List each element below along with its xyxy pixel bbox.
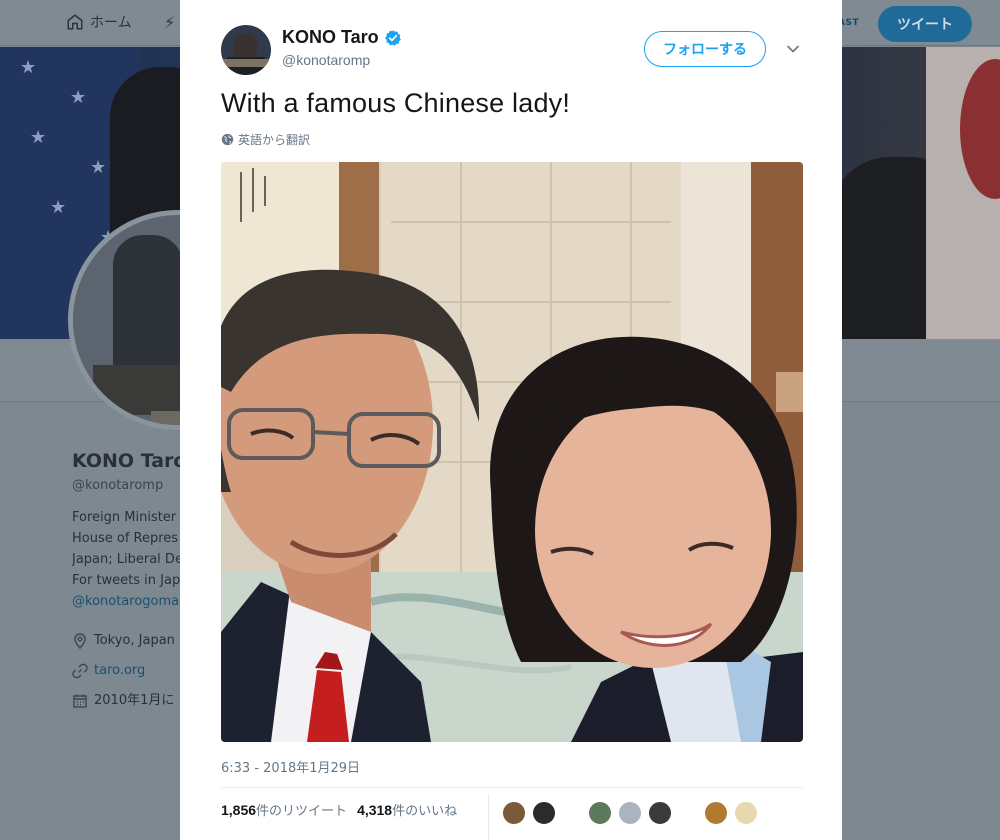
liker-avatar[interactable] — [588, 801, 612, 825]
liker-avatar[interactable] — [502, 801, 526, 825]
liker-avatar[interactable] — [648, 801, 672, 825]
chevron-down-icon[interactable] — [784, 40, 802, 58]
bio-line: Japan; Liberal De — [72, 552, 180, 567]
retweet-stat[interactable]: 1,856件のリツイート — [221, 800, 347, 819]
selfie-photo-image — [221, 162, 803, 742]
website-link[interactable]: taro.org — [94, 656, 145, 686]
follow-button[interactable]: フォローする — [644, 31, 766, 67]
profile-location: Tokyo, Japan — [72, 626, 180, 656]
translate-label: 英語から翻訳 — [238, 133, 311, 147]
tweet-text: With a famous Chinese lady! — [221, 88, 571, 118]
calendar-icon — [73, 694, 87, 708]
nav-home-label: ホーム — [90, 15, 132, 31]
bio-line: Foreign Minister — [72, 510, 177, 525]
location-text: Tokyo, Japan — [94, 633, 175, 648]
compose-tweet-button[interactable]: ツイート — [878, 6, 972, 42]
author-handle[interactable]: @konotaromp — [282, 52, 370, 68]
profile-bio: Foreign Minister House of Repres Japan; … — [72, 507, 180, 612]
divider — [221, 787, 803, 788]
like-stat[interactable]: 4,318件のいいね — [357, 800, 457, 819]
author-name-row[interactable]: KONO Taro — [282, 27, 402, 48]
tweet-timestamp[interactable]: 6:33 - 2018年1月29日 — [221, 757, 360, 776]
profile-meta: Tokyo, Japan taro.org 2010年1月に — [72, 626, 180, 716]
nav-home[interactable]: ホーム — [66, 12, 132, 32]
profile-joined: 2010年1月に — [72, 686, 180, 716]
retweet-label: 件のリツイート — [256, 804, 348, 819]
bio-line: House of Repres — [72, 531, 179, 546]
joined-text: 2010年1月に — [94, 693, 175, 708]
location-pin-icon — [74, 633, 86, 649]
tweet-stats: 1,856件のリツイート 4,318件のいいね — [221, 800, 467, 819]
globe-icon — [221, 133, 234, 146]
like-label: 件のいいね — [392, 804, 458, 819]
bio-link[interactable]: @konotarogoma — [72, 591, 180, 612]
liker-avatar[interactable] — [734, 801, 758, 825]
verified-badge-icon — [384, 29, 401, 46]
profile-name[interactable]: KONO Taro — [72, 450, 180, 472]
translate-link[interactable]: 英語から翻訳 — [221, 131, 310, 148]
bio-line: For tweets in Jap — [72, 573, 180, 588]
home-icon — [67, 14, 83, 30]
liker-avatar[interactable] — [532, 801, 556, 825]
likers-avatars — [502, 801, 758, 825]
moments-icon[interactable]: ⚡ — [164, 13, 175, 32]
profile-card: KONO Taro @konotaromp Foreign Minister H… — [72, 450, 180, 716]
profile-handle[interactable]: @konotaromp — [72, 478, 180, 493]
retweet-count: 1,856 — [221, 802, 257, 818]
like-count: 4,318 — [357, 802, 393, 818]
liker-avatar[interactable] — [704, 801, 728, 825]
stats-separator — [488, 794, 489, 840]
author-avatar[interactable] — [221, 25, 271, 75]
tweet-permalink-modal: KONO Taro @konotaromp フォローする With a famo… — [180, 0, 842, 840]
japan-flag-image — [926, 47, 1000, 339]
liker-avatar[interactable] — [618, 801, 642, 825]
profile-website: taro.org — [72, 656, 180, 686]
link-icon — [72, 663, 88, 679]
author-name[interactable]: KONO Taro — [282, 27, 379, 48]
tweet-photo[interactable] — [221, 162, 803, 742]
